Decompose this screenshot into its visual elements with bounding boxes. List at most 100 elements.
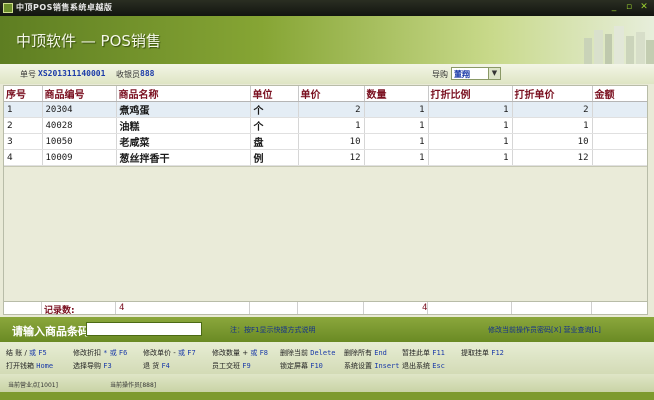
cell-qty: 1 — [364, 117, 429, 134]
table-row[interactable]: 4 10009 葱丝拌香干 例 12 1 1 12 — [4, 149, 647, 166]
discount-or: 或 — [109, 349, 117, 357]
cell-seq: 4 — [4, 149, 43, 166]
bottom-border — [0, 392, 654, 400]
cell-amount — [592, 149, 647, 166]
select-guide-label: 选择导购 — [73, 362, 101, 370]
exit-system-button[interactable]: 退出系统 Esc — [402, 361, 445, 371]
window-title: 中顶POS销售系统卓越版 — [16, 3, 113, 12]
cell-seq: 1 — [4, 101, 43, 118]
shift-handover-key: F9 — [242, 362, 251, 370]
cell-seq: 3 — [4, 133, 43, 150]
settle-button[interactable]: 结 账 / 或 F5 — [6, 348, 47, 358]
discount-key: F6 — [118, 349, 128, 357]
delete-current-label: 删除当前 — [280, 349, 308, 357]
cell-name: 煮鸡蛋 — [116, 101, 251, 118]
recall-order-button[interactable]: 提取挂单 F12 — [461, 348, 504, 358]
status-store: 当前营业点[1001] — [8, 382, 58, 389]
cell-price: 1 — [298, 117, 365, 134]
lock-screen-label: 锁定屏幕 — [280, 362, 308, 370]
items-table: 序号 商品编号 商品名称 单位 单价 数量 打折比例 打折单价 金额 1 203… — [4, 86, 647, 166]
app-icon — [3, 3, 13, 13]
function-key-panel: 结 账 / 或 F5 修改折扣 * 或 F6 修改单价 - 或 F7 修改数量 … — [0, 342, 654, 374]
open-drawer-button[interactable]: 打开钱箱 Home — [6, 361, 53, 371]
discount-button[interactable]: 修改折扣 * 或 F6 — [73, 348, 127, 358]
select-guide-key: F3 — [103, 362, 112, 370]
grid-empty-area — [4, 166, 647, 304]
cell-price: 2 — [298, 101, 365, 118]
col-header-disc-price[interactable]: 打折单价 — [512, 86, 593, 102]
select-guide-button[interactable]: 选择导购 F3 — [73, 361, 112, 371]
cell-unit: 个 — [250, 117, 299, 134]
app-banner: 中顶软件 — POS销售 — [0, 16, 654, 64]
col-header-amount[interactable]: 金额 — [592, 86, 647, 102]
guide-select[interactable]: 董翔 ▼ — [451, 67, 501, 80]
record-count-value: 4 — [119, 303, 125, 313]
change-password-link[interactable]: 修改当前操作员密码[X] 营业查询[L] — [488, 325, 601, 335]
col-header-name[interactable]: 商品名称 — [116, 86, 251, 102]
refund-button[interactable]: 退 货 F4 — [143, 361, 170, 371]
open-drawer-label: 打开钱箱 — [6, 362, 34, 370]
unit-price-key: F7 — [187, 349, 196, 357]
close-icon[interactable]: ✕ — [638, 2, 650, 13]
system-settings-button[interactable]: 系统设置 Insert — [344, 361, 400, 371]
delete-current-button[interactable]: 删除当前 Delete — [280, 348, 336, 358]
cell-seq: 2 — [4, 117, 43, 134]
chevron-down-icon[interactable]: ▼ — [488, 68, 500, 79]
cell-code: 10009 — [42, 149, 117, 166]
table-row[interactable]: 1 20304 煮鸡蛋 个 2 1 1 2 — [4, 101, 647, 118]
cell-ratio: 1 — [428, 117, 513, 134]
cell-qty: 1 — [364, 133, 429, 150]
col-header-seq[interactable]: 序号 — [4, 86, 43, 102]
cell-code: 40028 — [42, 117, 117, 134]
record-count-label: 记录数: — [44, 306, 75, 316]
status-bar: 当前营业点[1001] 当前操作员[888] — [0, 374, 654, 392]
cell-code: 10050 — [42, 133, 117, 150]
cell-name: 葱丝拌香干 — [116, 149, 251, 166]
hold-order-key: F11 — [432, 349, 445, 357]
delete-current-key: Delete — [310, 349, 336, 357]
unit-price-or: 或 — [178, 349, 185, 357]
col-header-ratio[interactable]: 打折比例 — [428, 86, 513, 102]
col-header-qty[interactable]: 数量 — [364, 86, 429, 102]
barcode-bar: 请输入商品条码 注：按F1显示快捷方式说明 修改当前操作员密码[X] 营业查询[… — [0, 317, 654, 342]
table-row[interactable]: 2 40028 油糕 个 1 1 1 1 — [4, 117, 647, 134]
col-header-code[interactable]: 商品编号 — [42, 86, 117, 102]
cell-ratio: 1 — [428, 133, 513, 150]
col-header-unit[interactable]: 单位 — [250, 86, 299, 102]
delete-all-label: 删除所有 — [344, 349, 372, 357]
recall-order-label: 提取挂单 — [461, 349, 489, 357]
cell-qty: 1 — [364, 101, 429, 118]
qty-button[interactable]: 修改数量 + 或 F8 — [212, 348, 268, 358]
delete-all-button[interactable]: 删除所有 End — [344, 348, 387, 358]
cell-disc-price: 1 — [512, 117, 593, 134]
cell-ratio: 1 — [428, 149, 513, 166]
restore-icon[interactable]: ▫ — [623, 2, 635, 13]
barcode-input[interactable] — [86, 322, 202, 336]
refund-label: 退 货 — [143, 362, 160, 370]
order-no-label: 单号 — [20, 70, 36, 79]
hold-order-label: 暂挂此单 — [402, 349, 430, 357]
cell-unit: 例 — [250, 149, 299, 166]
unit-price-button[interactable]: 修改单价 - 或 F7 — [143, 348, 196, 358]
minimize-icon[interactable]: _ — [608, 2, 620, 13]
cell-price: 10 — [298, 133, 365, 150]
settle-label: 结 账 / — [6, 349, 27, 357]
unit-price-label: 修改单价 - — [143, 349, 176, 357]
col-header-price[interactable]: 单价 — [298, 86, 365, 102]
table-row[interactable]: 3 10050 老咸菜 盘 10 1 1 10 — [4, 133, 647, 150]
order-info-bar: 单号 XS201311140001 收银员 888 导购 董翔 ▼ — [0, 64, 654, 84]
qty-label: 修改数量 + — [212, 349, 249, 357]
refund-key: F4 — [161, 362, 170, 370]
delete-all-key: End — [374, 349, 387, 357]
hold-order-button[interactable]: 暂挂此单 F11 — [402, 348, 445, 358]
lock-screen-button[interactable]: 锁定屏幕 F10 — [280, 361, 323, 371]
cell-amount — [592, 117, 647, 134]
qty-key: F8 — [259, 349, 268, 357]
app-title: 中顶软件 — POS销售 — [16, 32, 161, 50]
lock-screen-key: F10 — [310, 362, 323, 370]
city-skyline-image — [584, 26, 654, 64]
shift-handover-button[interactable]: 员工交班 F9 — [212, 361, 251, 371]
settle-or: 或 — [29, 349, 37, 357]
sales-items-grid[interactable]: 序号 商品编号 商品名称 单位 单价 数量 打折比例 打折单价 金额 1 203… — [3, 85, 648, 305]
cell-disc-price: 10 — [512, 133, 593, 150]
